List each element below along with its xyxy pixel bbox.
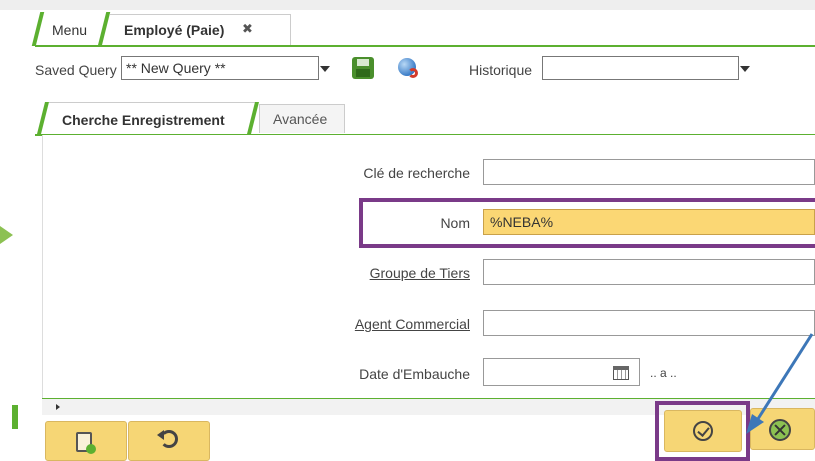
tab-search-record-label: Cherche Enregistrement [62, 112, 225, 128]
name-label: Nom [440, 215, 470, 231]
saved-query-dropdown-icon[interactable] [320, 66, 330, 72]
expand-panel-arrow-icon[interactable] [0, 226, 13, 244]
saved-query-value: ** New Query ** [126, 60, 226, 76]
scroll-left-arrow-icon[interactable] [56, 404, 60, 410]
tab-divider [31, 12, 45, 46]
historique-select[interactable] [542, 56, 739, 80]
name-input[interactable]: %NEBA% [483, 209, 815, 235]
save-query-icon[interactable] [352, 57, 374, 79]
reset-button[interactable] [128, 421, 210, 461]
tab-menu-label: Menu [52, 22, 88, 38]
checkmark-icon [693, 421, 713, 441]
historique-dropdown-icon[interactable] [740, 66, 750, 72]
ok-button[interactable] [664, 410, 742, 452]
window-top-strip [0, 0, 815, 10]
hire-date-label: Date d'Embauche [359, 366, 470, 382]
calendar-icon[interactable] [612, 363, 632, 381]
bp-group-label[interactable]: Groupe de Tiers [290, 265, 470, 281]
sales-rep-label[interactable]: Agent Commercial [290, 316, 470, 332]
search-key-input[interactable] [483, 159, 815, 185]
new-record-button[interactable] [45, 421, 127, 461]
tab-advanced[interactable]: Avancée [259, 104, 345, 133]
historique-label: Historique [469, 62, 533, 78]
saved-query-label: Saved Query [35, 62, 117, 78]
subtab-divider [37, 102, 49, 134]
close-tab-icon[interactable]: ✖ [242, 21, 253, 37]
tab-menu[interactable]: Menu [52, 16, 87, 44]
tab-underline [35, 45, 815, 47]
bp-group-input[interactable] [483, 259, 815, 285]
annotation-arrow [746, 333, 814, 434]
side-handle[interactable] [12, 405, 18, 429]
search-key-label: Clé de recherche [363, 165, 470, 181]
tab-search-record[interactable]: Cherche Enregistrement [49, 102, 257, 135]
tab-advanced-label: Avancée [273, 111, 328, 127]
search-tab-bar: Cherche Enregistrement Avancée [35, 100, 815, 136]
saved-query-select[interactable]: ** New Query ** [121, 56, 319, 80]
main-tab-bar: Menu Employé (Paie) ✖ [22, 12, 815, 47]
date-range-separator: .. a .. [650, 366, 677, 380]
refresh-query-icon[interactable] [396, 56, 420, 80]
tab-divider [97, 12, 111, 46]
tab-employee[interactable]: Employé (Paie) ✖ [110, 14, 291, 47]
tab-employee-label: Employé (Paie) [124, 22, 225, 38]
